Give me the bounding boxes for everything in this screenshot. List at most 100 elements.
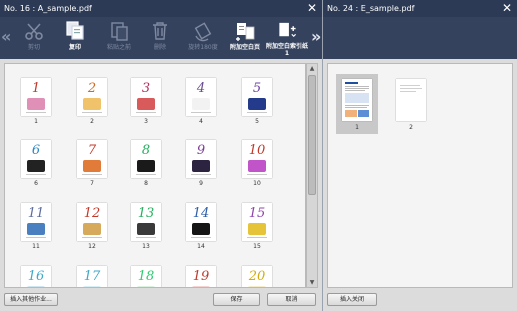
page-thumbnail[interactable]: 33	[131, 78, 161, 125]
rotate-180-button[interactable]: 旋转180度	[181, 19, 225, 57]
page-preview: 14	[186, 203, 216, 241]
page-text-line	[82, 174, 102, 175]
toolbar-scroll-right-icon[interactable]: »	[311, 29, 321, 45]
page-number-caption: 5	[255, 118, 259, 125]
page-thumbnail[interactable]: 99	[186, 140, 216, 187]
right-window-title: No. 24 : E_sample.pdf	[327, 4, 415, 13]
page-preview: 6	[21, 140, 51, 178]
page-text-line	[136, 237, 156, 238]
page-text-line	[136, 112, 156, 113]
page-preview: 3	[131, 78, 161, 116]
page-preview-number: 1	[31, 81, 41, 96]
cancel-button[interactable]: 取消	[267, 293, 316, 306]
add-blank-index-sheet-label: 附加空白索引纸1	[266, 43, 309, 57]
page-number-caption: 6	[34, 180, 38, 187]
page-preview: 15	[242, 203, 272, 241]
page-text-line	[247, 112, 267, 113]
page-number-caption: 2	[90, 118, 94, 125]
page-preview-number: 11	[27, 206, 45, 221]
right-button-bar: 插入关闭	[323, 288, 517, 311]
page-thumbnail[interactable]: 66	[21, 140, 51, 187]
page-illustration	[137, 160, 155, 172]
page-thumbnail[interactable]: 1818	[131, 266, 161, 287]
delete-button[interactable]: 删除	[138, 19, 182, 57]
page-number-caption: 1	[34, 118, 38, 125]
add-blank-page-button[interactable]: 附加空白页	[223, 19, 267, 57]
page-preview: 8	[131, 140, 161, 178]
page-illustration	[83, 98, 101, 110]
page-preview-number: 4	[196, 81, 206, 96]
page-thumbnail[interactable]: 14 14	[186, 203, 216, 250]
page-number-caption: 10	[253, 180, 261, 187]
page-illustration	[248, 223, 266, 235]
left-vertical-scrollbar[interactable]: ▲ ▼	[306, 63, 318, 288]
right-page-number: 1	[355, 124, 359, 131]
page-preview-number: 6	[31, 143, 41, 158]
page-thumbnail[interactable]: 77	[77, 140, 107, 187]
page-thumbnail[interactable]: 1717	[77, 266, 107, 287]
page-thumbnail[interactable]: 88	[131, 140, 161, 187]
page-text-line	[82, 112, 102, 113]
page-illustration	[27, 98, 45, 110]
page-thumbnail[interactable]: 1616	[21, 266, 51, 287]
page-preview: 19	[186, 266, 216, 287]
page-thumbnail[interactable]: 55	[242, 78, 272, 125]
page-number-caption: 4	[199, 118, 203, 125]
page-illustration	[192, 98, 210, 110]
page-preview-number: 20	[248, 269, 266, 284]
page-preview: 1	[21, 78, 51, 116]
close-right-window-icon[interactable]: ✕	[500, 1, 514, 15]
scroll-up-icon[interactable]: ▲	[307, 64, 317, 73]
add-blank-index-sheet-button[interactable]: 附加空白索引纸1	[265, 19, 309, 57]
left-button-bar: 插入其他作业... 保存 取消	[0, 288, 322, 311]
paste-before-label: 粘贴之前	[106, 44, 131, 51]
page-preview-number: 12	[83, 206, 101, 221]
scroll-thumb[interactable]	[308, 75, 316, 195]
left-window-title-bar: No. 16 : A_sample.pdf ✕	[0, 0, 322, 17]
save-button[interactable]: 保存	[213, 293, 260, 306]
page-thumbnail[interactable]: 15 15	[242, 203, 272, 250]
insert-other-job-button[interactable]: 插入其他作业...	[4, 293, 58, 306]
right-thumbnail-grid: 1 2	[327, 63, 513, 288]
page-preview-number: 10	[248, 143, 266, 158]
right-page-thumbnail-selected[interactable]: 1	[336, 74, 378, 134]
page-illustration	[83, 160, 101, 172]
page-text-line	[136, 174, 156, 175]
page-thumbnail[interactable]: 13 13	[131, 203, 161, 250]
copy-button[interactable]: 复印	[53, 19, 97, 57]
page-number-caption: 8	[144, 180, 148, 187]
insert-close-button[interactable]: 插入关闭	[327, 293, 377, 306]
scroll-down-icon[interactable]: ▼	[307, 278, 317, 287]
cut-label: 剪切	[27, 44, 40, 51]
page-number-caption: 3	[144, 118, 148, 125]
page-thumbnail[interactable]: 10 10	[242, 140, 272, 187]
left-window-title: No. 16 : A_sample.pdf	[4, 4, 92, 13]
blank-page-icon	[236, 23, 255, 41]
close-left-window-icon[interactable]: ✕	[305, 1, 319, 15]
page-thumbnail[interactable]: 2020	[242, 266, 272, 287]
page-thumbnail[interactable]: 44	[186, 78, 216, 125]
page-thumbnail[interactable]: 11	[21, 78, 51, 125]
paste-before-button[interactable]: 粘贴之前	[97, 19, 141, 57]
page-thumbnail[interactable]: 22	[77, 78, 107, 125]
page-thumbnail[interactable]: 11 11	[21, 203, 51, 250]
page-text-line	[26, 174, 46, 175]
page-preview: 10	[242, 140, 272, 178]
cut-button[interactable]: 剪切	[12, 19, 56, 57]
page-preview-number: 18	[137, 269, 155, 284]
toolbar-scroll-left-icon[interactable]: «	[1, 29, 11, 45]
right-page-thumbnail[interactable]: 2	[390, 74, 432, 134]
page-number-caption: 12	[88, 243, 96, 250]
page-illustration	[248, 98, 266, 110]
left-thumbnail-grid: 1 1 2 2 3 3 4 4 5 5 6 6 7 7 8 8 9 9 10 10 11 11 12 12 13 13 14 14 15…	[4, 63, 306, 288]
page-preview: 11	[21, 203, 51, 241]
page-number-caption: 14	[197, 243, 205, 250]
copy-icon	[66, 21, 84, 40]
page-thumbnail[interactable]: 12 12	[77, 203, 107, 250]
page-thumbnail[interactable]: 1919	[186, 266, 216, 287]
page-preview-number: 17	[83, 269, 101, 284]
copy-label: 复印	[68, 44, 81, 51]
page-preview-number: 9	[196, 143, 206, 158]
page-number-caption: 13	[142, 243, 150, 250]
scissors-icon	[25, 23, 43, 40]
